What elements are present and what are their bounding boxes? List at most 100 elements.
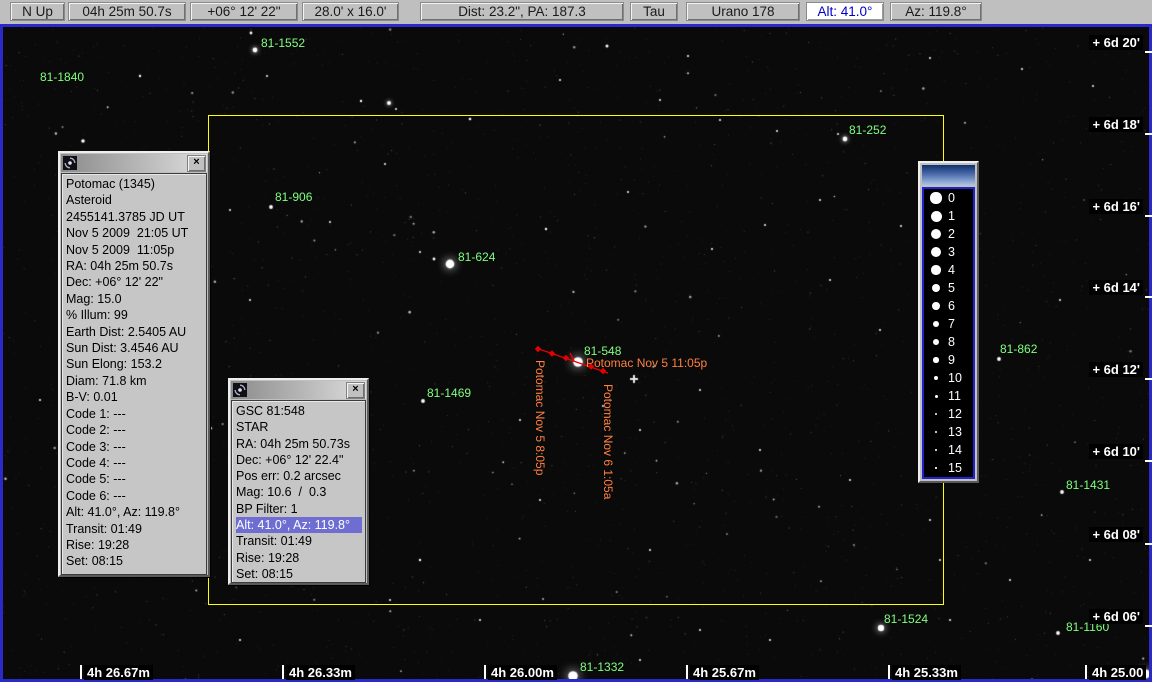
magnitude-legend-titlebar[interactable] xyxy=(922,165,975,185)
asteroid-window-titlebar[interactable]: × xyxy=(61,154,207,172)
magnitude-row: 11 xyxy=(924,388,973,405)
star-designation-label: 81-1469 xyxy=(427,386,471,400)
magnitude-row: 5 xyxy=(924,280,973,297)
magnitude-dot-icon xyxy=(935,431,937,433)
declination-label: + 6d 16' xyxy=(1089,199,1143,214)
magnitude-value: 7 xyxy=(948,317,955,331)
toolbar-button-dec[interactable]: +06° 12' 22" xyxy=(190,2,298,21)
star-designation-label: 81-906 xyxy=(275,190,312,204)
magnitude-value: 15 xyxy=(948,461,962,475)
declination-label: + 6d 12' xyxy=(1089,362,1143,377)
info-line: Code 4: --- xyxy=(66,455,206,471)
declination-tick xyxy=(1145,296,1152,298)
magnitude-dot-icon xyxy=(930,192,941,203)
star-info-window: × GSC 81:548STARRA: 04h 25m 50.73sDec: +… xyxy=(228,378,369,585)
app-window: 81-155281-184081-25281-90681-62481-54881… xyxy=(0,0,1152,682)
info-line: Transit: 01:49 xyxy=(66,521,206,537)
info-line: Sun Elong: 153.2 xyxy=(66,356,206,372)
info-line: RA: 04h 25m 50.7s xyxy=(66,258,206,274)
asteroid-position-label: Potomac Nov 5 8:05p xyxy=(533,360,547,475)
ra-tick xyxy=(80,665,82,679)
asteroid-info-body: Potomac (1345)Asteroid2455141.3785 JD UT… xyxy=(61,173,207,575)
magnitude-row: 12 xyxy=(924,406,973,423)
info-line: Rise: 19:28 xyxy=(66,537,206,553)
magnitude-value: 10 xyxy=(948,371,962,385)
ra-tick xyxy=(282,665,284,679)
asteroid-position-label: Potomac Nov 6 1:05a xyxy=(601,384,615,499)
toolbar-button-altitude[interactable]: Alt: 41.0° xyxy=(806,2,884,21)
star-window-titlebar[interactable]: × xyxy=(231,381,366,399)
magnitude-row: 10 xyxy=(924,370,973,387)
declination-label: + 6d 10' xyxy=(1089,444,1143,459)
magnitude-row: 14 xyxy=(924,442,973,459)
magnitude-value: 14 xyxy=(948,443,962,457)
info-line: Earth Dist: 2.5405 AU xyxy=(66,324,206,340)
toolbar-button-dist-pa[interactable]: Dist: 23.2", PA: 187.3 xyxy=(420,2,624,21)
declination-label: + 6d 14' xyxy=(1089,280,1143,295)
declination-label: + 6d 20' xyxy=(1089,35,1143,50)
magnitude-dot-icon xyxy=(931,265,940,274)
right-ascension-label: 4h 25.33m xyxy=(892,665,961,680)
magnitude-row: 13 xyxy=(924,424,973,441)
right-ascension-label: 4h 25.67m xyxy=(690,665,759,680)
magnitude-value: 4 xyxy=(948,263,955,277)
magnitude-dot-icon xyxy=(932,302,940,310)
toolbar: N Up04h 25m 50.7s+06° 12' 22"28.0' x 16.… xyxy=(0,0,1152,24)
magnitude-dot-icon xyxy=(933,321,940,328)
close-icon[interactable]: × xyxy=(187,155,206,172)
magnitude-row: 7 xyxy=(924,316,973,333)
magnitude-row: 8 xyxy=(924,334,973,351)
close-icon[interactable]: × xyxy=(346,382,365,399)
magnitude-row: 1 xyxy=(924,208,973,225)
star-designation-label: 81-624 xyxy=(458,250,495,264)
declination-tick xyxy=(1145,543,1152,545)
info-line: Nov 5 2009 11:05p xyxy=(66,242,206,258)
info-line: Pos err: 0.2 arcsec xyxy=(236,468,365,484)
info-line: Set: 08:15 xyxy=(66,553,206,569)
toolbar-button-atlas-page[interactable]: Urano 178 xyxy=(686,2,800,21)
right-ascension-label: 4h 26.00m xyxy=(488,665,557,680)
magnitude-dot-icon xyxy=(933,357,938,362)
magnitude-value: 12 xyxy=(948,407,962,421)
magnitude-row: 3 xyxy=(924,244,973,261)
magnitude-dot-icon xyxy=(932,284,940,292)
magnitude-row: 0 xyxy=(924,190,973,207)
toolbar-button-azimuth[interactable]: Az: 119.8° xyxy=(890,2,982,21)
star-designation-label: 81-1431 xyxy=(1066,478,1110,492)
info-line: Code 5: --- xyxy=(66,471,206,487)
star-info-body: GSC 81:548STARRA: 04h 25m 50.73sDec: +06… xyxy=(231,400,366,583)
star-designation-label: 81-1524 xyxy=(884,612,928,626)
info-line: Potomac (1345) xyxy=(66,176,206,192)
toolbar-button-orientation[interactable]: N Up xyxy=(10,2,65,21)
right-ascension-label: 4h 26.67m xyxy=(84,665,153,680)
toolbar-button-field-size[interactable]: 28.0' x 16.0' xyxy=(302,2,399,21)
magnitude-dot-icon xyxy=(935,449,937,451)
magnitude-legend-list: 0123456789101112131415 xyxy=(922,187,975,479)
ra-tick xyxy=(1085,665,1087,679)
info-line: Dec: +06° 12' 22.4" xyxy=(236,452,365,468)
info-line: B-V: 0.01 xyxy=(66,389,206,405)
magnitude-dot-icon xyxy=(931,211,942,222)
toolbar-button-ra[interactable]: 04h 25m 50.7s xyxy=(68,2,186,21)
magnitude-value: 2 xyxy=(948,227,955,241)
info-line: Diam: 71.8 km xyxy=(66,373,206,389)
galaxy-icon xyxy=(63,156,77,170)
magnitude-dot-icon xyxy=(931,247,941,257)
declination-tick xyxy=(1145,51,1152,53)
declination-tick xyxy=(1145,625,1152,627)
info-line: Alt: 41.0°, Az: 119.8° xyxy=(66,504,206,520)
magnitude-legend-window: 0123456789101112131415 xyxy=(918,161,979,483)
magnitude-value: 5 xyxy=(948,281,955,295)
magnitude-row: 9 xyxy=(924,352,973,369)
toolbar-button-constellation[interactable]: Tau xyxy=(630,2,678,21)
info-line: BP Filter: 1 xyxy=(236,501,365,517)
info-line: Asteroid xyxy=(66,192,206,208)
star-designation-label: 81-1332 xyxy=(580,660,624,674)
star-designation-label: 81-1552 xyxy=(261,36,305,50)
declination-tick xyxy=(1145,215,1152,217)
magnitude-row: 15 xyxy=(924,460,973,477)
info-line: Mag: 15.0 xyxy=(66,291,206,307)
asteroid-position-label: Potomac Nov 5 11:05p xyxy=(586,356,707,370)
info-line: 2455141.3785 JD UT xyxy=(66,209,206,225)
star-designation-label: 81-862 xyxy=(1000,342,1037,356)
